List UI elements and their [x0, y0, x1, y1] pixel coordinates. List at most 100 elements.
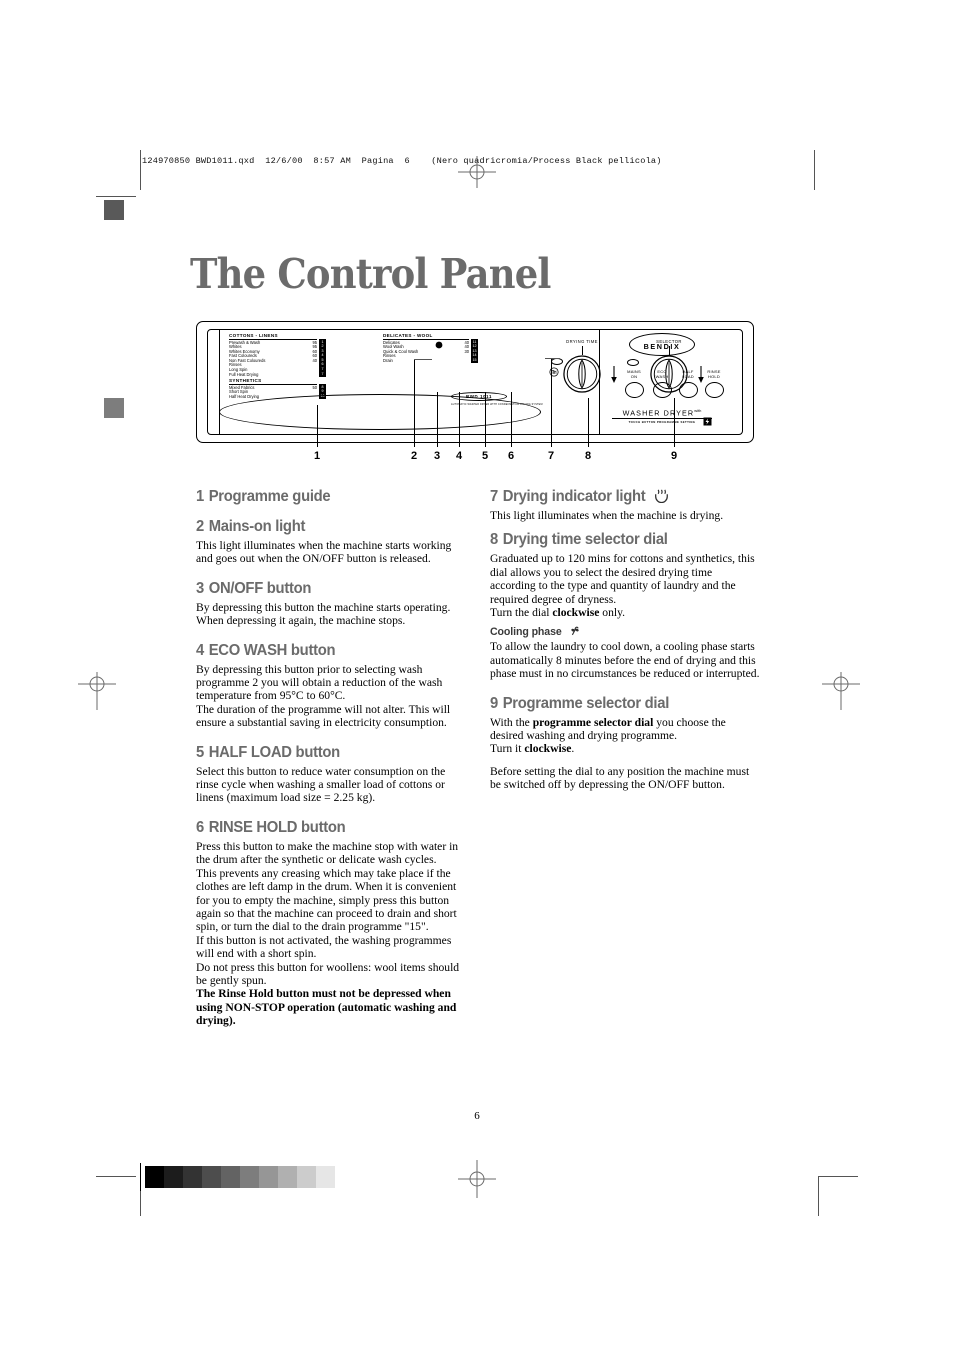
callout-number-7: 7 [547, 450, 555, 462]
callout-leader-2-elbow [414, 359, 432, 360]
programme-row-temperature [311, 373, 317, 378]
section-heading-drying-time-selector-dial: 8 Drying time selector dial [490, 531, 747, 549]
callout-leader-8 [588, 398, 589, 447]
section-body-mains-on-light: This light illuminates when the machine … [196, 539, 452, 566]
section-body-rinse-hold-warning: The Rinse Hold button must not be depres… [196, 987, 466, 1027]
greyscale-step-4 [202, 1166, 221, 1188]
control-panel-illustration: COTTONS - LINENS Prewash & Wash 95 Whites 9… [196, 321, 754, 443]
selector-turn-pre: Turn it [490, 742, 525, 756]
section-body-on-off-button: By depressing this button the machine st… [196, 600, 451, 628]
programme-rows-cottons: Prewash & Wash 95 Whites 95 Whites Economy 60… [229, 340, 317, 378]
greyscale-step-3 [183, 1166, 202, 1188]
section-number: 5 [196, 743, 204, 761]
greyscale-step-2 [164, 1166, 183, 1188]
on-off-button[interactable] [625, 382, 644, 398]
greyscale-step-6 [240, 1166, 259, 1188]
section-title: Drying time selector dial [502, 531, 668, 549]
programme-row-label: Drain [383, 357, 393, 363]
section-body-rinse-hold-4: Do not press this button for woollens: w… [196, 960, 460, 987]
washer-dryer-title-text: WASHER DRYER [622, 408, 695, 418]
section-heading-eco-wash-button: 4 ECO WASH button [196, 642, 453, 660]
callout-number-1: 1 [313, 450, 321, 462]
section-number: 6 [196, 818, 204, 836]
drying-time-turn-post: only. [599, 606, 626, 620]
section-body-drying-time-2: Turn the dial clockwise only. [490, 606, 760, 619]
selector-rotation-arrow-icon [698, 366, 704, 383]
rinse-hold-button[interactable] [705, 382, 724, 398]
section-heading-programme-selector-dial: 9 Programme selector dial [490, 695, 747, 713]
section-heading-rinse-hold-button: 6 RINSE HOLD button [196, 819, 453, 837]
crop-mark-bottom-left [96, 1176, 136, 1177]
crop-mark-top-left [96, 196, 136, 197]
left-text-column: 1 Programme guide 2 Mains-on light This li… [196, 488, 466, 1028]
programme-row-label: Full Heat Drying [229, 371, 259, 377]
selector-clockwise: clockwise [524, 742, 572, 756]
prepress-header-line: 124970850 BWD1011.qxd 12/6/00 8:57 AM Pa… [142, 156, 662, 166]
greyscale-step-10 [316, 1166, 335, 1188]
callout-number-9: 9 [670, 450, 678, 462]
programme-rows-delicates: Delicates 40 Wool Wash 40 Quick & Cool Wash 3… [383, 340, 469, 364]
registration-square-middle [104, 398, 124, 418]
section-body-half-load: Select this button to reduce water consu… [196, 764, 446, 805]
programme-row-number: 15 [472, 357, 477, 362]
programme-row-number: 7 [321, 371, 324, 376]
greyscale-step-8 [278, 1166, 297, 1188]
section-number: 7 [490, 488, 498, 505]
brand-logo: BENDIX [629, 333, 695, 356]
callout-leader-4 [459, 392, 460, 447]
section-number: 2 [196, 518, 204, 535]
fan-propeller-icon [570, 627, 579, 636]
drying-time-clockwise: clockwise [552, 606, 600, 620]
button-label-line2: ON [630, 374, 638, 379]
callout-number-2: 2 [410, 450, 418, 462]
trim-rule-left [140, 150, 141, 190]
registration-crosshair-top [458, 156, 496, 188]
callout-leader-6 [511, 392, 512, 447]
wool-wash-dot-icon [435, 341, 443, 349]
trim-rule-bottom-right [818, 1176, 819, 1216]
page-number: 6 [474, 1110, 480, 1122]
section-title: HALF LOAD button [208, 743, 340, 761]
panel-divider-left [219, 330, 220, 434]
callout-number-8: 8 [584, 450, 592, 462]
washer-dryer-subtitle: TOUCH BUTTON PROGRAMME SETTING [628, 419, 696, 424]
selector-dial-stem [669, 346, 670, 355]
section-body-rinse-hold-1: Press this button to make the machine st… [196, 839, 459, 867]
section-heading-drying-indicator-light: 7 Drying indicator light [490, 488, 747, 506]
section-heading-programme-guide: 1 Programme guide [196, 488, 453, 506]
section-number: 3 [196, 579, 204, 597]
rinse-hold-warning-text: The Rinse Hold button must not be depres… [196, 987, 457, 1028]
callout-number-3: 3 [433, 450, 441, 462]
drying-time-selector-dial[interactable] [563, 355, 601, 393]
section-body-programme-selector-2: Turn it clockwise. [490, 742, 760, 755]
programme-row-label: Half Heat Drying [229, 393, 260, 399]
callout-number-4: 4 [455, 450, 463, 462]
section-body-eco-wash-2: The duration of the programme will not a… [196, 702, 451, 730]
programme-selector-dial[interactable] [650, 355, 688, 393]
programme-group-cottons: COTTONS - LINENS Prewash & Wash 95 Whites 9… [229, 333, 317, 377]
drying-indicator-light [551, 358, 563, 365]
drying-heat-icon [654, 489, 668, 504]
callout-leader-9 [674, 398, 675, 447]
section-number: 8 [490, 531, 498, 549]
subheading-cooling-phase: Cooling phase [490, 623, 760, 639]
registration-crosshair-left [78, 672, 116, 710]
section-heading-mains-on-light: 2 Mains-on light [196, 518, 453, 536]
programme-group-title: COTTONS - LINENS [229, 333, 317, 340]
section-heading-half-load-button: 5 HALF LOAD button [196, 744, 453, 762]
greyscale-step-9 [297, 1166, 316, 1188]
greyscale-step-1 [145, 1166, 164, 1188]
callout-leader-7-elbow [545, 358, 559, 359]
programme-group-title: DELICATES - WOOL [383, 333, 469, 340]
section-body-programme-selector-3: Before setting the dial to any position … [490, 764, 750, 792]
washer-dryer-sup: with [694, 408, 702, 413]
section-body-eco-wash-1: By depressing this button prior to selec… [196, 662, 443, 703]
section-body-drying-indicator: This light illuminates when the machine … [490, 509, 724, 522]
section-heading-on-off-button: 3 ON/OFF button [196, 580, 453, 598]
washer-dryer-wordmark: WASHER DRYERwith TOUCH BUTTON PROGRAMME … [612, 408, 712, 424]
section-number: 9 [490, 694, 498, 712]
drying-time-turn-pre: Turn the dial [490, 606, 553, 620]
section-number: 4 [196, 641, 204, 659]
section-body-drying-time-1: Graduated up to 120 mins for cottons and… [490, 552, 755, 606]
trim-rule-right [814, 150, 815, 190]
